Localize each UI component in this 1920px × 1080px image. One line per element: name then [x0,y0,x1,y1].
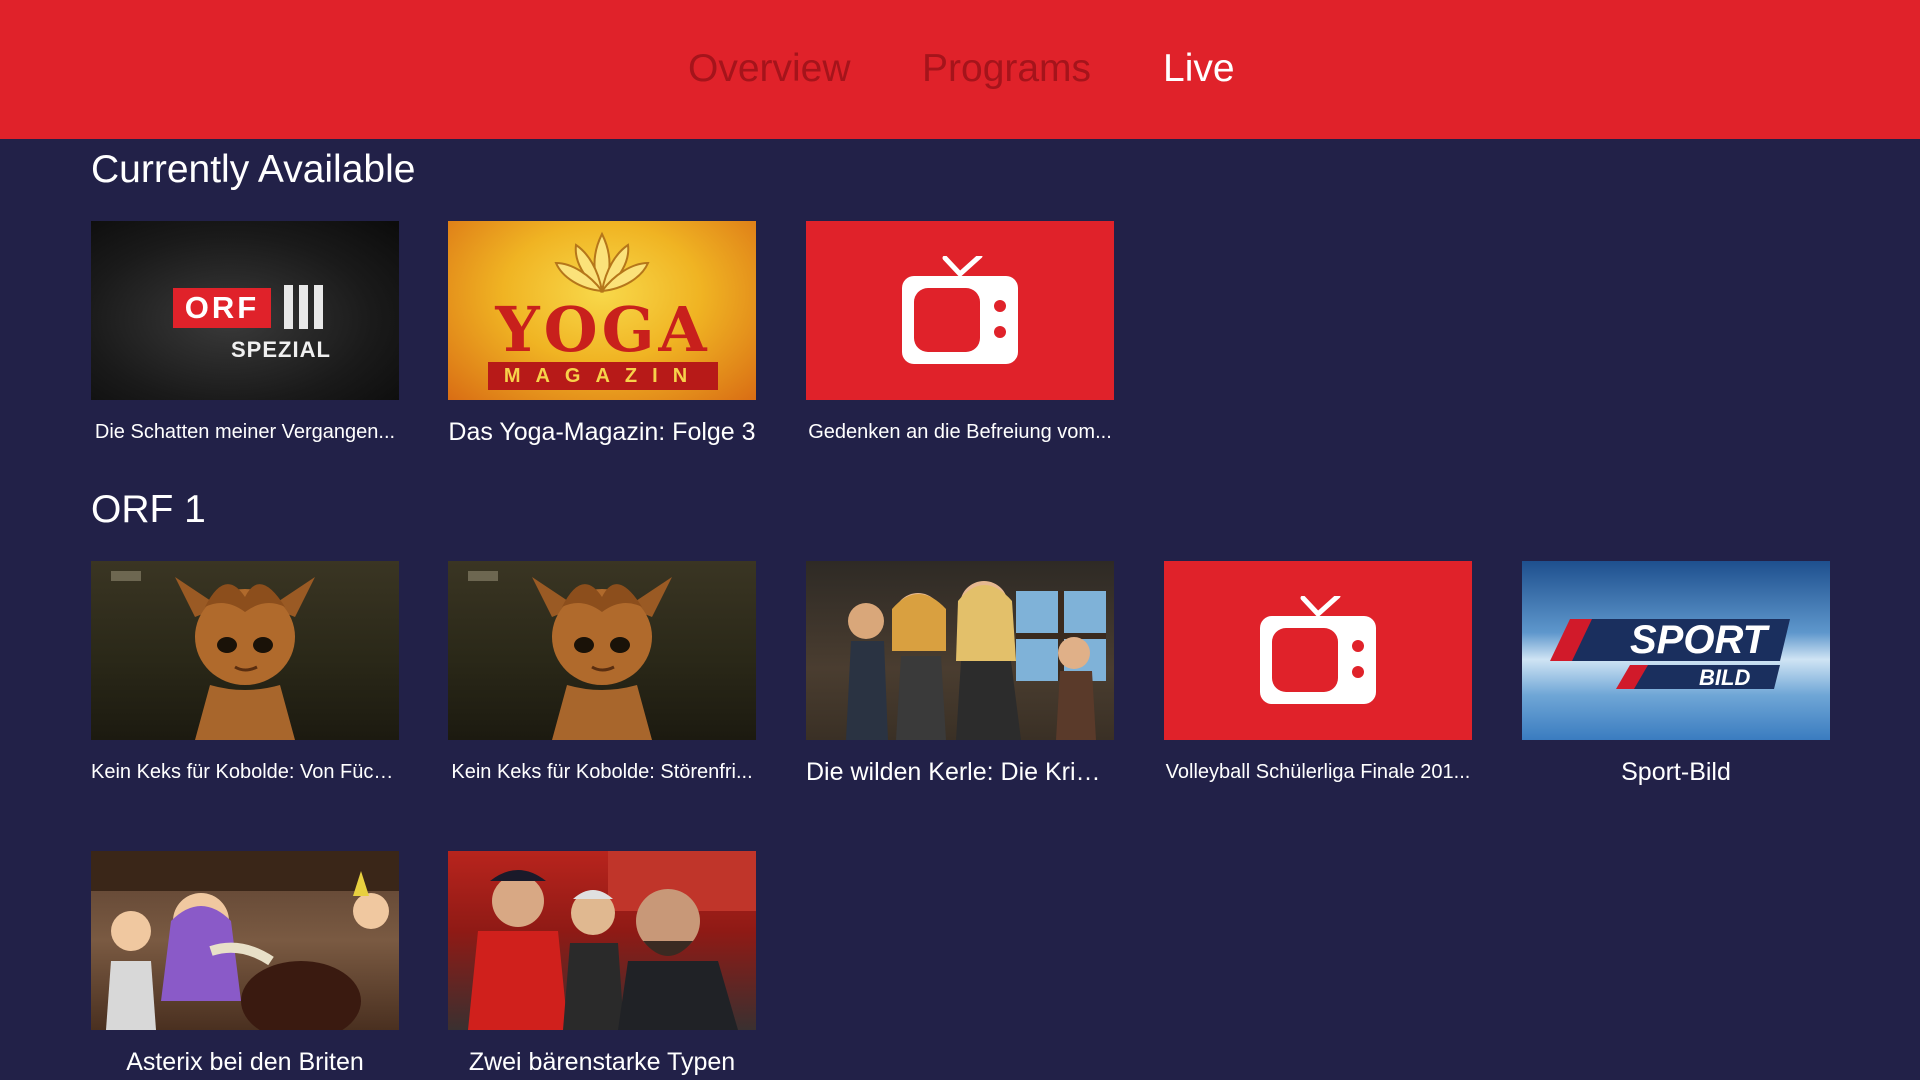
program-caption: Die wilden Kerle: Die Kriegerin [806,758,1114,786]
photo-actors-image [468,851,756,1030]
cartoon-character-image [532,577,672,740]
program-caption: Asterix bei den Briten [126,1048,364,1076]
sport-bild-logo: SPORT BILD [1550,618,1790,690]
thumbnail-kobold [91,561,399,740]
thumbnail-kobold [448,561,756,740]
bild-logo-text: BILD [1699,665,1750,690]
program-caption: Die Schatten meiner Vergangen... [94,421,396,443]
program-tile[interactable]: ORF SPEZIAL Die Schatten meiner Vergange… [91,221,399,447]
program-caption: Kein Keks für Kobolde: Störenfri... [451,761,753,783]
tv-icon [1260,595,1376,704]
thumbnail-placeholder [1164,561,1472,740]
thumbnail-orf-iii-spezial: ORF SPEZIAL [91,221,399,400]
thumbnail-sport-bild: SPORT BILD [1522,561,1830,740]
thumbnail-yoga-magazin: YOGA MAGAZIN [448,221,756,400]
program-tile[interactable]: Zwei bärenstarke Typen [448,851,756,1077]
tab-programs[interactable]: Programs [922,44,1091,94]
lotus-icon [554,231,650,294]
program-caption: Volleyball Schülerliga Finale 201... [1165,761,1471,783]
sport-logo-text: SPORT [1630,618,1771,662]
program-caption: Sport-Bild [1621,758,1731,786]
spezial-label: SPEZIAL [231,337,331,362]
cartoon-group-image [846,581,1106,740]
orf-watermark [468,571,498,581]
tab-overview[interactable]: Overview [688,44,851,94]
thumbnail-asterix [91,851,399,1030]
program-tile[interactable]: Kein Keks für Kobolde: Von Füch... [91,561,399,787]
section-title-orf-1: ORF 1 [91,488,206,531]
program-tile[interactable]: Gedenken an die Befreiung vom... [806,221,1114,447]
section-title-currently-available: Currently Available [91,148,416,191]
orf-logo: ORF [173,288,271,328]
program-caption: Kein Keks für Kobolde: Von Füch... [91,761,399,783]
tab-live[interactable]: Live [1163,44,1235,94]
program-tile[interactable]: Asterix bei den Briten [91,851,399,1077]
thumbnail-placeholder [806,221,1114,400]
cartoon-asterix-image [91,851,399,1030]
program-caption: Das Yoga-Magazin: Folge 3 [448,418,756,446]
program-caption: Zwei bärenstarke Typen [468,1048,736,1076]
magazin-logo-text: MAGAZIN [488,362,718,390]
program-tile[interactable]: Kein Keks für Kobolde: Störenfri... [448,561,756,787]
tv-icon [902,255,1018,364]
orf-iii-bars-icon [284,285,332,329]
orf-watermark [111,571,141,581]
yoga-logo-text: YOGA [495,293,711,366]
top-nav-bar: Overview Programs Live [0,0,1920,139]
program-caption: Gedenken an die Befreiung vom... [808,421,1112,443]
thumbnail-wilde-kerle [806,561,1114,740]
program-tile[interactable]: SPORT BILD Sport-Bild [1522,561,1830,787]
thumbnail-zwei-baerenstarke [448,851,756,1030]
cartoon-character-image [175,577,315,740]
program-tile[interactable]: Volleyball Schülerliga Finale 201... [1164,561,1472,787]
program-tile[interactable]: YOGA MAGAZIN Das Yoga-Magazin: Folge 3 [448,221,756,447]
program-tile[interactable]: Die wilden Kerle: Die Kriegerin [806,561,1114,787]
